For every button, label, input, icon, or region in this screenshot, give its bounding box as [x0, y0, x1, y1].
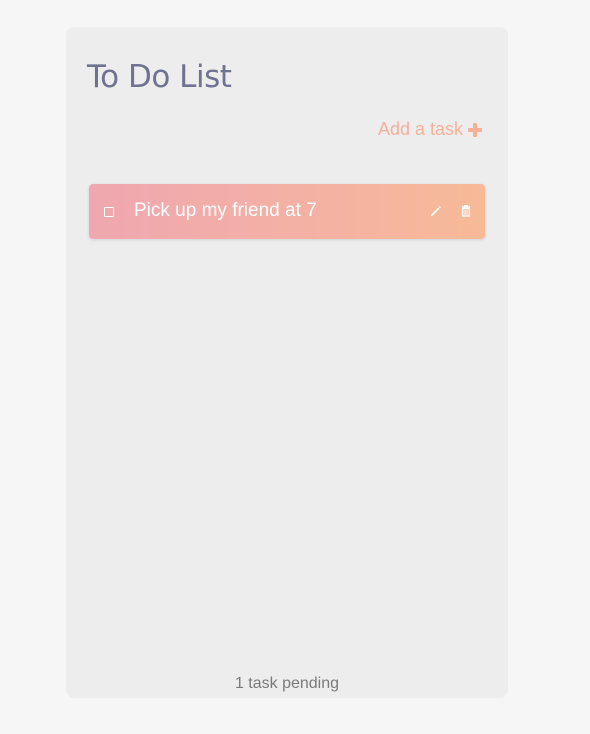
pencil-icon[interactable] [429, 204, 443, 218]
task-item[interactable]: Pick up my friend at 7 [89, 184, 485, 239]
task-text: Pick up my friend at 7 [134, 200, 317, 221]
page-title: To Do List [87, 59, 232, 95]
plus-icon [468, 122, 482, 137]
pending-count: 1 task pending [234, 675, 340, 692]
add-task-label: Add a task [377, 119, 463, 139]
task-checkbox[interactable] [104, 207, 114, 217]
add-task-button[interactable]: Add a task [378, 119, 482, 140]
trash-icon[interactable] [459, 204, 473, 218]
todo-panel: To Do List Add a task Pick up my friend … [66, 27, 508, 698]
